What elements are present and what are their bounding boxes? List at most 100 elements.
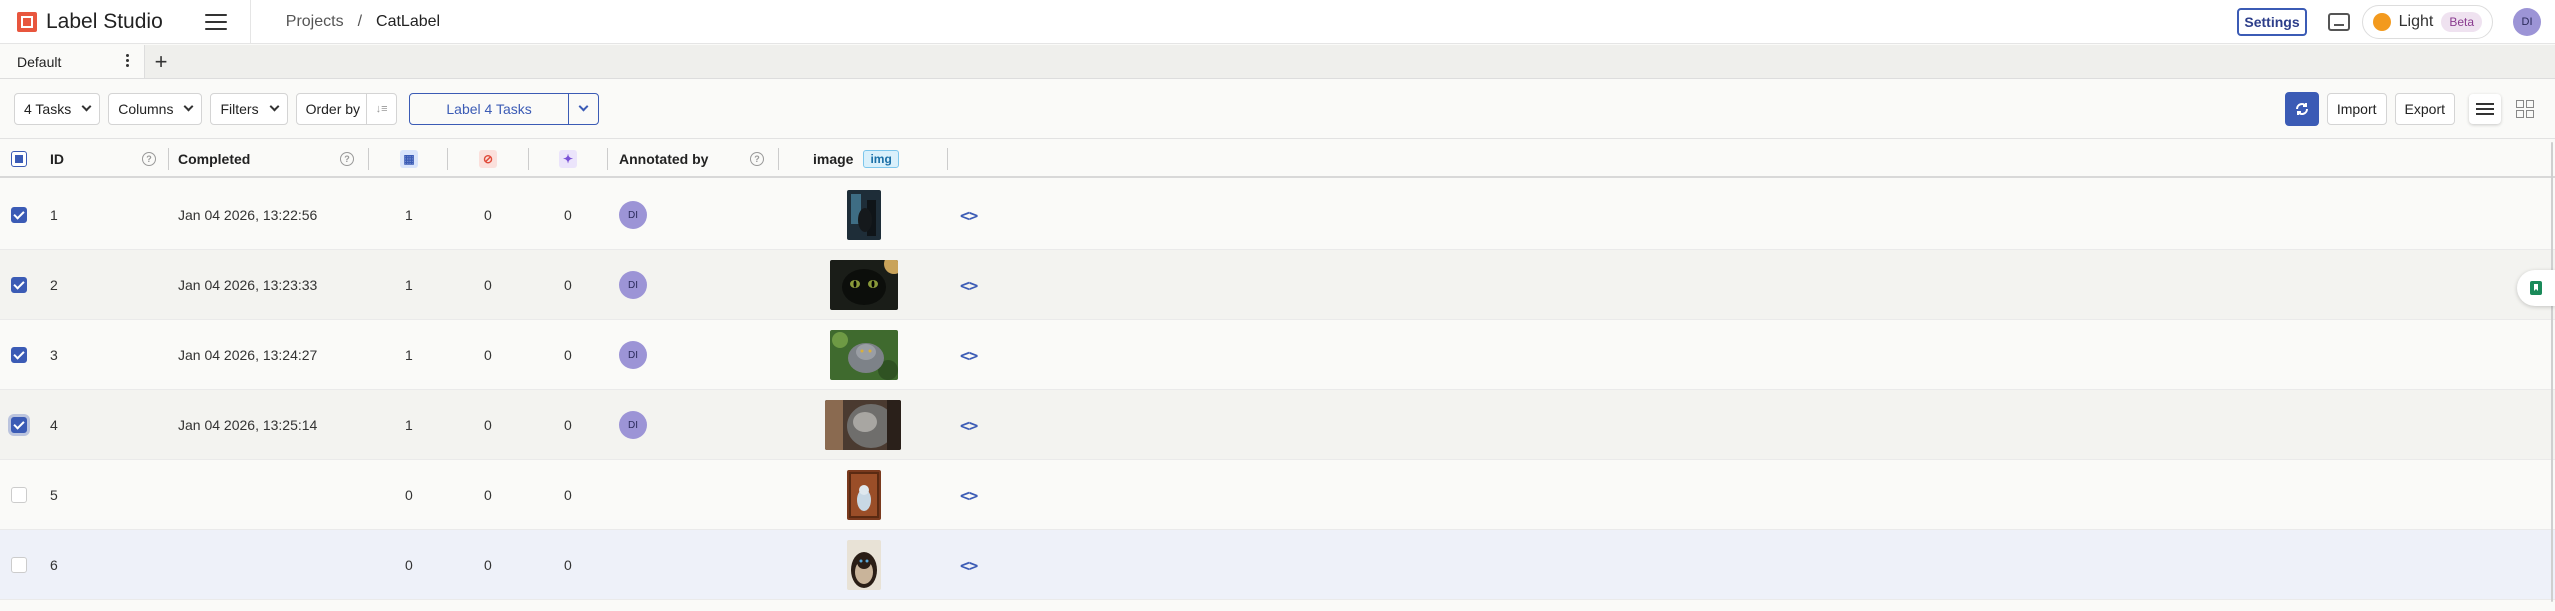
help-icon[interactable]: ?	[340, 152, 354, 166]
completed-date: Jan 04 2026, 13:25:14	[178, 417, 318, 433]
column-header-annotated-by[interactable]: Annotated by	[619, 140, 708, 178]
code-view-icon[interactable]: <>	[960, 346, 978, 365]
feedback-bookmark-icon[interactable]	[2517, 270, 2555, 306]
cancelled-count: 0	[484, 277, 492, 293]
cancelled-count: 0	[484, 207, 492, 223]
columns-button[interactable]: Columns	[108, 92, 203, 125]
task-image-thumbnail[interactable]	[830, 330, 898, 380]
task-image-thumbnail[interactable]	[847, 190, 881, 240]
sort-direction-icon[interactable]: ↓≡	[366, 93, 396, 124]
hamburger-menu-icon[interactable]	[203, 11, 229, 33]
label-tasks-button[interactable]: Label 4 Tasks	[410, 94, 568, 124]
theme-toggle[interactable]: Light Beta	[2361, 4, 2493, 39]
table-row[interactable]: 3 Jan 04 2026, 13:24:27 1 0 0 DI <>	[0, 320, 2555, 390]
datamanager-toolbar: 4 Tasks Columns Filters Order by ↓≡ Labe…	[0, 79, 2555, 139]
row-checkbox[interactable]	[11, 417, 27, 433]
label-tasks-button-group: Label 4 Tasks	[409, 92, 600, 125]
annotator-avatar[interactable]: DI	[619, 201, 647, 229]
annotator-avatar[interactable]: DI	[619, 271, 647, 299]
row-checkbox[interactable]	[11, 487, 27, 503]
code-view-icon[interactable]: <>	[960, 556, 978, 575]
task-id: 1	[50, 207, 58, 223]
task-id: 2	[50, 277, 58, 293]
tab-options-icon[interactable]	[126, 54, 130, 67]
export-button[interactable]: Export	[2394, 92, 2455, 125]
tasks-selection-dropdown[interactable]: 4 Tasks	[14, 92, 101, 125]
select-all-checkbox[interactable]	[11, 151, 27, 167]
order-by-label: Order by	[305, 100, 361, 117]
task-id: 3	[50, 347, 58, 363]
row-checkbox[interactable]	[11, 277, 27, 293]
tab-default[interactable]: Default	[0, 45, 145, 78]
help-icon[interactable]: ?	[142, 152, 156, 166]
grid-view-icon[interactable]	[2509, 94, 2541, 124]
add-tab-icon[interactable]: +	[145, 45, 177, 78]
column-header-image[interactable]: image img	[813, 140, 899, 178]
column-resize-handle[interactable]	[947, 148, 948, 170]
column-resize-handle[interactable]	[447, 148, 448, 170]
predictions-count: 0	[564, 557, 572, 573]
breadcrumb: Projects / CatLabel	[286, 13, 440, 31]
task-image-thumbnail[interactable]	[847, 470, 881, 520]
column-header-completed[interactable]: Completed	[178, 140, 250, 178]
column-resize-handle[interactable]	[368, 148, 369, 170]
annotations-count: 0	[405, 557, 413, 573]
task-image-thumbnail[interactable]	[847, 540, 881, 590]
cancelled-count-icon[interactable]: ⊘	[479, 150, 497, 168]
settings-button[interactable]: Settings	[2237, 7, 2307, 36]
column-resize-handle[interactable]	[528, 148, 529, 170]
table-row[interactable]: 4 Jan 04 2026, 13:25:14 1 0 0 DI <>	[0, 390, 2555, 460]
annotations-count: 1	[405, 417, 413, 433]
chevron-down-icon	[81, 101, 92, 112]
label-tasks-dropdown[interactable]	[568, 93, 598, 124]
import-button[interactable]: Import	[2326, 92, 2387, 125]
table-row[interactable]: 2 Jan 04 2026, 13:23:33 1 0 0 DI <>	[0, 250, 2555, 320]
cancelled-count: 0	[484, 487, 492, 503]
columns-label: Columns	[118, 100, 174, 117]
code-view-icon[interactable]: <>	[960, 486, 978, 505]
annotations-count: 1	[405, 347, 413, 363]
predictions-count: 0	[564, 487, 572, 503]
column-resize-handle[interactable]	[778, 148, 779, 170]
annotator-avatar[interactable]: DI	[619, 411, 647, 439]
table-row[interactable]: 6 0 0 0 <>	[0, 530, 2555, 600]
table-scrollbar[interactable]	[2543, 140, 2555, 611]
task-image-thumbnail[interactable]	[830, 260, 898, 310]
code-view-icon[interactable]: <>	[960, 206, 978, 225]
column-resize-handle[interactable]	[168, 148, 169, 170]
chevron-down-icon	[269, 101, 280, 112]
theme-label: Light	[2398, 12, 2434, 30]
predictions-count-icon[interactable]: ✦	[559, 150, 577, 168]
annotations-count: 0	[405, 487, 413, 503]
image-type-badge: img	[863, 150, 899, 168]
refresh-icon[interactable]	[2284, 91, 2319, 126]
column-header-id[interactable]: ID	[50, 140, 64, 178]
column-header-image-label: image	[813, 151, 854, 167]
cancelled-count: 0	[484, 557, 492, 573]
list-view-icon[interactable]	[2469, 93, 2501, 124]
breadcrumb-current-project[interactable]: CatLabel	[376, 13, 440, 31]
chevron-down-icon	[578, 101, 589, 112]
user-avatar[interactable]: DI	[2513, 7, 2541, 36]
row-checkbox[interactable]	[11, 557, 27, 573]
beta-badge: Beta	[2441, 11, 2482, 32]
task-image-thumbnail[interactable]	[825, 400, 901, 450]
table-row[interactable]: 5 0 0 0 <>	[0, 460, 2555, 530]
divider	[249, 0, 251, 44]
breadcrumb-projects-link[interactable]: Projects	[286, 13, 344, 31]
table-row[interactable]: 1 Jan 04 2026, 13:22:56 1 0 0 DI <>	[0, 180, 2555, 250]
order-by-button[interactable]: Order by ↓≡	[295, 92, 398, 125]
keyboard-shortcuts-icon[interactable]	[2327, 12, 2350, 31]
annotations-count-icon[interactable]: ▦	[400, 150, 418, 168]
completed-date: Jan 04 2026, 13:24:27	[178, 347, 318, 363]
row-checkbox[interactable]	[11, 347, 27, 363]
chevron-down-icon	[184, 101, 194, 112]
app-logo[interactable]: Label Studio	[16, 10, 163, 34]
help-icon[interactable]: ?	[750, 152, 764, 166]
column-resize-handle[interactable]	[607, 148, 608, 170]
code-view-icon[interactable]: <>	[960, 276, 978, 295]
row-checkbox[interactable]	[11, 207, 27, 223]
filters-button[interactable]: Filters	[210, 92, 288, 125]
code-view-icon[interactable]: <>	[960, 416, 978, 435]
annotator-avatar[interactable]: DI	[619, 341, 647, 369]
